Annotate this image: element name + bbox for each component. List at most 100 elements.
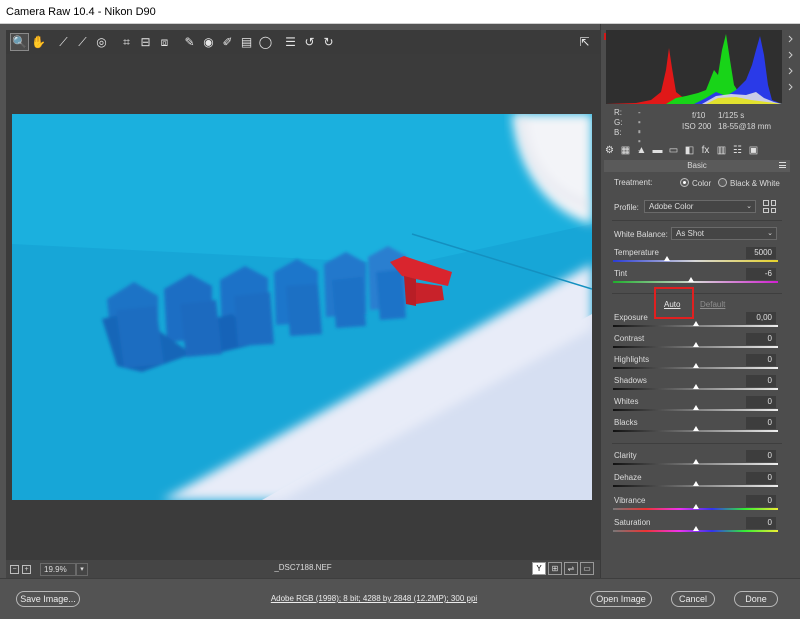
adjustment-brush-icon[interactable]: ✐ (218, 33, 237, 51)
spot-removal-tool-icon[interactable]: ✎ (180, 33, 199, 51)
white-balance-label: White Balance: (614, 230, 668, 239)
panel-tab-3-icon[interactable]: ▬ (652, 145, 663, 156)
b-label: B: (614, 128, 622, 137)
saturation-value-field[interactable]: 0 (746, 517, 776, 529)
treatment-bw-radio[interactable] (718, 178, 727, 187)
white-balance-value: As Shot (676, 229, 705, 238)
panel-tab-0-icon[interactable]: ⚙ (604, 145, 615, 156)
saturation-label: Saturation (614, 518, 651, 527)
tint-slider-track[interactable] (613, 281, 778, 283)
tint-label: Tint (614, 269, 628, 278)
view-mode-button-2[interactable]: ⇌ (564, 562, 578, 575)
color-sampler-tool-icon[interactable]: ⟋ (73, 33, 92, 51)
tint-slider-thumb[interactable] (687, 277, 694, 282)
fullscreen-icon[interactable]: ⇱ (575, 33, 594, 51)
highlights-slider-thumb[interactable] (692, 363, 699, 368)
clarity-slider-thumb[interactable] (692, 459, 699, 464)
white-balance-tool-icon[interactable]: ⟋ (54, 33, 73, 51)
panel-title-text: Basic (687, 161, 707, 170)
view-mode-button-0[interactable]: Y (532, 562, 546, 575)
temperature-label: Temperature (614, 248, 659, 257)
panel-tab-8-icon[interactable]: ☷ (732, 145, 743, 156)
panel-tab-7-icon[interactable]: ▥ (716, 145, 727, 156)
divider (612, 443, 782, 444)
window-title: Camera Raw 10.4 - Nikon D90 (0, 0, 800, 24)
toolbar: 🔍 ✋ ⟋ ⟋ ◎ ⌗ ⊟ ⧈ ✎ ◉ ✐ ▤ ◯ ☰ ↺ ↻ ⇱ (6, 30, 600, 54)
rotate-left-icon[interactable]: ↺ (300, 33, 319, 51)
histogram-graph (606, 34, 782, 104)
treatment-color-radio[interactable] (680, 178, 689, 187)
exposure-value-field[interactable]: 0,00 (746, 312, 776, 324)
zoom-tool-icon[interactable]: 🔍 (10, 33, 29, 51)
treatment-bw-label: Black & White (730, 179, 780, 188)
panel-title: Basic (604, 160, 790, 172)
vibrance-value-field[interactable]: 0 (746, 495, 776, 507)
profile-dropdown[interactable]: Adobe Color ⌄ (644, 200, 756, 213)
saturation-slider-thumb[interactable] (692, 526, 699, 531)
vibrance-slider-thumb[interactable] (692, 504, 699, 509)
view-mode-button-3[interactable]: ▭ (580, 562, 594, 575)
cancel-button[interactable]: Cancel (671, 591, 715, 607)
g-label: G: (614, 118, 623, 127)
preferences-icon[interactable]: ☰ (281, 33, 300, 51)
straighten-tool-icon[interactable]: ⊟ (136, 33, 155, 51)
panel-tab-2-icon[interactable]: ▲ (636, 145, 647, 156)
status-bar: − + 19.9% ▾ _DSC7188.NEF Y ⊞ ⇌ ▭ (6, 560, 600, 578)
profile-browser-icon[interactable] (763, 200, 776, 213)
clarity-label: Clarity (614, 451, 637, 460)
contrast-slider-thumb[interactable] (692, 342, 699, 347)
blacks-slider-thumb[interactable] (692, 426, 699, 431)
whites-value-field[interactable]: 0 (746, 396, 776, 408)
panel-tab-4-icon[interactable]: ▭ (668, 145, 679, 156)
shadows-value-field[interactable]: 0 (746, 375, 776, 387)
white-balance-dropdown[interactable]: As Shot ⌄ (671, 227, 777, 240)
hand-tool-icon[interactable]: ✋ (29, 33, 48, 51)
clarity-value-field[interactable]: 0 (746, 450, 776, 462)
transform-tool-icon[interactable]: ⧈ (155, 33, 174, 51)
graduated-filter-icon[interactable]: ▤ (237, 33, 256, 51)
photo-preview[interactable] (12, 114, 592, 500)
default-tone-link[interactable]: Default (700, 300, 725, 309)
shutter-speed: 1/125 s (718, 111, 745, 120)
profile-value: Adobe Color (649, 202, 694, 211)
vibrance-label: Vibrance (614, 496, 646, 505)
divider (612, 220, 782, 221)
temperature-value-field[interactable]: 5000 (746, 247, 776, 259)
whites-slider-thumb[interactable] (692, 405, 699, 410)
blacks-value-field[interactable]: 0 (746, 417, 776, 429)
temperature-slider-track[interactable] (613, 260, 778, 262)
panel-tab-6-icon[interactable]: fx (700, 145, 711, 156)
radial-filter-icon[interactable]: ◯ (256, 33, 275, 51)
crop-tool-icon[interactable]: ⌗ (117, 33, 136, 51)
dehaze-slider-thumb[interactable] (692, 481, 699, 486)
contrast-value-field[interactable]: 0 (746, 333, 776, 345)
targeted-adjustment-tool-icon[interactable]: ◎ (92, 33, 111, 51)
view-mode-button-1[interactable]: ⊞ (548, 562, 562, 575)
lens: 18-55@18 mm (718, 122, 772, 131)
highlight-clipping-warning[interactable] (785, 30, 797, 104)
profile-label: Profile: (614, 203, 639, 212)
dehaze-value-field[interactable]: 0 (746, 472, 776, 484)
rotate-right-icon[interactable]: ↻ (319, 33, 338, 51)
open-image-button[interactable]: Open Image (590, 591, 652, 607)
tint-value-field[interactable]: -6 (746, 268, 776, 280)
panel-menu-icon[interactable] (779, 162, 786, 168)
histogram (606, 30, 782, 104)
histogram-side-ticks (788, 35, 793, 91)
panel-tab-9-icon[interactable]: ▣ (748, 145, 759, 156)
treatment-color-label: Color (692, 179, 712, 188)
panel-tab-1-icon[interactable]: ▦ (620, 145, 631, 156)
shadows-slider-thumb[interactable] (692, 384, 699, 389)
highlights-value-field[interactable]: 0 (746, 354, 776, 366)
red-eye-tool-icon[interactable]: ◉ (199, 33, 218, 51)
done-button[interactable]: Done (734, 591, 778, 607)
contrast-label: Contrast (614, 334, 645, 343)
divider (612, 293, 782, 294)
temperature-slider-thumb[interactable] (664, 256, 671, 261)
exposure-slider-thumb[interactable] (692, 321, 699, 326)
chevron-down-icon: ⌄ (746, 203, 752, 210)
aperture: f/10 (692, 111, 706, 120)
panel-tab-5-icon[interactable]: ◧ (684, 145, 695, 156)
panel-tabs: ⚙ ▦ ▲ ▬ ▭ ◧ fx ▥ ☷ ▣ (604, 143, 796, 157)
iso: ISO 200 (682, 122, 712, 131)
